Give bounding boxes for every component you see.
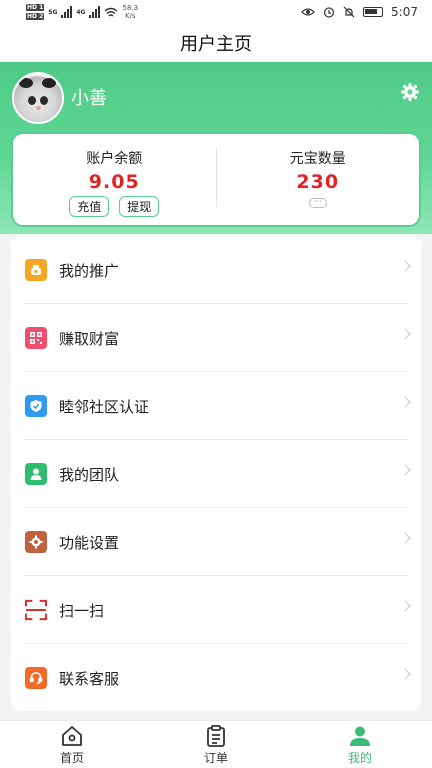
account-balance-section: 账户余额 9.05 充值 提现 xyxy=(13,134,216,225)
chevron-right-icon xyxy=(399,600,411,612)
hd1-badge: HD 1 xyxy=(26,4,45,11)
account-balance-label: 账户余额 xyxy=(86,151,143,167)
clipboard-icon xyxy=(207,725,225,747)
status-bar: HD 1 HD 2 5G 4G 58.3 K/s 5:07 xyxy=(0,0,432,24)
menu-item-label: 扫一扫 xyxy=(59,601,105,620)
hd2-badge: HD 2 xyxy=(26,13,45,20)
bottom-nav: 首页 订单 我的 xyxy=(0,720,432,768)
chevron-right-icon xyxy=(399,260,411,272)
chevron-right-icon xyxy=(399,464,411,476)
user-icon xyxy=(350,726,370,746)
alarm-icon xyxy=(323,7,335,18)
yuanbao-value: 230 xyxy=(296,171,340,193)
net1-label: 5G xyxy=(48,8,58,16)
page-title: 用户主页 xyxy=(180,34,252,55)
settings-icon xyxy=(25,531,47,553)
menu-item-label: 联系客服 xyxy=(59,669,120,688)
yuanbao-label: 元宝数量 xyxy=(289,151,346,167)
nav-home[interactable]: 首页 xyxy=(0,721,144,768)
status-bar-right: 5:07 xyxy=(301,5,418,19)
money-bag-icon xyxy=(25,259,47,281)
speed-unit: K/s xyxy=(124,12,136,20)
nav-mine[interactable]: 我的 xyxy=(288,721,432,768)
speed-value: 58.3 xyxy=(122,4,139,12)
person-icon xyxy=(25,463,47,485)
menu-item-scan[interactable]: 扫一扫 xyxy=(11,576,421,644)
customer-service-icon xyxy=(25,667,47,689)
hd-indicator: HD 1 HD 2 xyxy=(26,3,45,21)
status-time: 5:07 xyxy=(391,5,418,19)
wifi-icon xyxy=(105,7,118,17)
nav-home-label: 首页 xyxy=(59,751,84,765)
chevron-right-icon xyxy=(399,328,411,340)
menu-item-label: 我的推广 xyxy=(59,261,120,280)
recharge-button[interactable]: 充值 xyxy=(69,196,110,217)
yuanbao-section: 元宝数量 230 ··· xyxy=(217,134,420,225)
avatar[interactable] xyxy=(12,72,64,124)
signal-icon xyxy=(61,6,73,18)
chevron-right-icon xyxy=(399,396,411,408)
menu-item-my-team[interactable]: 我的团队 xyxy=(11,440,421,508)
net2-label: 4G xyxy=(76,8,86,16)
qr-code-icon xyxy=(25,327,47,349)
mute-bell-icon xyxy=(343,6,355,18)
menu-item-label: 我的团队 xyxy=(59,465,120,484)
chevron-right-icon xyxy=(399,532,411,544)
menu-item-function-settings[interactable]: 功能设置 xyxy=(11,508,421,576)
nav-orders-label: 订单 xyxy=(203,751,228,765)
title-bar: 用户主页 xyxy=(0,24,432,62)
menu-item-earn-wealth[interactable]: 赚取财富 xyxy=(11,304,421,372)
shield-check-icon xyxy=(25,395,47,417)
menu-item-label: 功能设置 xyxy=(59,533,120,552)
account-balance-value: 9.05 xyxy=(88,171,140,193)
menu-item-community-certification[interactable]: 睦邻社区认证 xyxy=(11,372,421,440)
nav-mine-label: 我的 xyxy=(347,751,372,765)
gear-icon[interactable] xyxy=(400,82,420,102)
username: 小善 xyxy=(71,88,107,109)
battery-icon xyxy=(363,7,384,17)
scan-icon xyxy=(25,599,47,621)
menu-item-promotion[interactable]: 我的推广 xyxy=(11,236,421,304)
menu-item-customer-service[interactable]: 联系客服 xyxy=(11,644,421,712)
signal-icon-2 xyxy=(89,6,101,18)
nav-orders[interactable]: 订单 xyxy=(144,721,288,768)
menu-item-label: 赚取财富 xyxy=(59,329,120,348)
more-button[interactable]: ··· xyxy=(308,198,327,208)
menu-card: 我的推广 赚取财富 睦邻社区认证 我的团队 功能设置 扫一扫 联系客服 xyxy=(11,236,421,711)
home-icon xyxy=(62,726,82,746)
eye-icon xyxy=(301,8,315,16)
balance-card: 账户余额 9.05 充值 提现 元宝数量 230 ··· xyxy=(11,132,421,227)
withdraw-button[interactable]: 提现 xyxy=(119,196,160,217)
status-bar-left: HD 1 HD 2 5G 4G 58.3 K/s xyxy=(26,3,138,21)
network-speed: 58.3 K/s xyxy=(122,4,138,20)
balance-actions: 充值 提现 xyxy=(69,196,160,217)
chevron-right-icon xyxy=(399,668,411,680)
menu-item-label: 睦邻社区认证 xyxy=(59,397,150,416)
